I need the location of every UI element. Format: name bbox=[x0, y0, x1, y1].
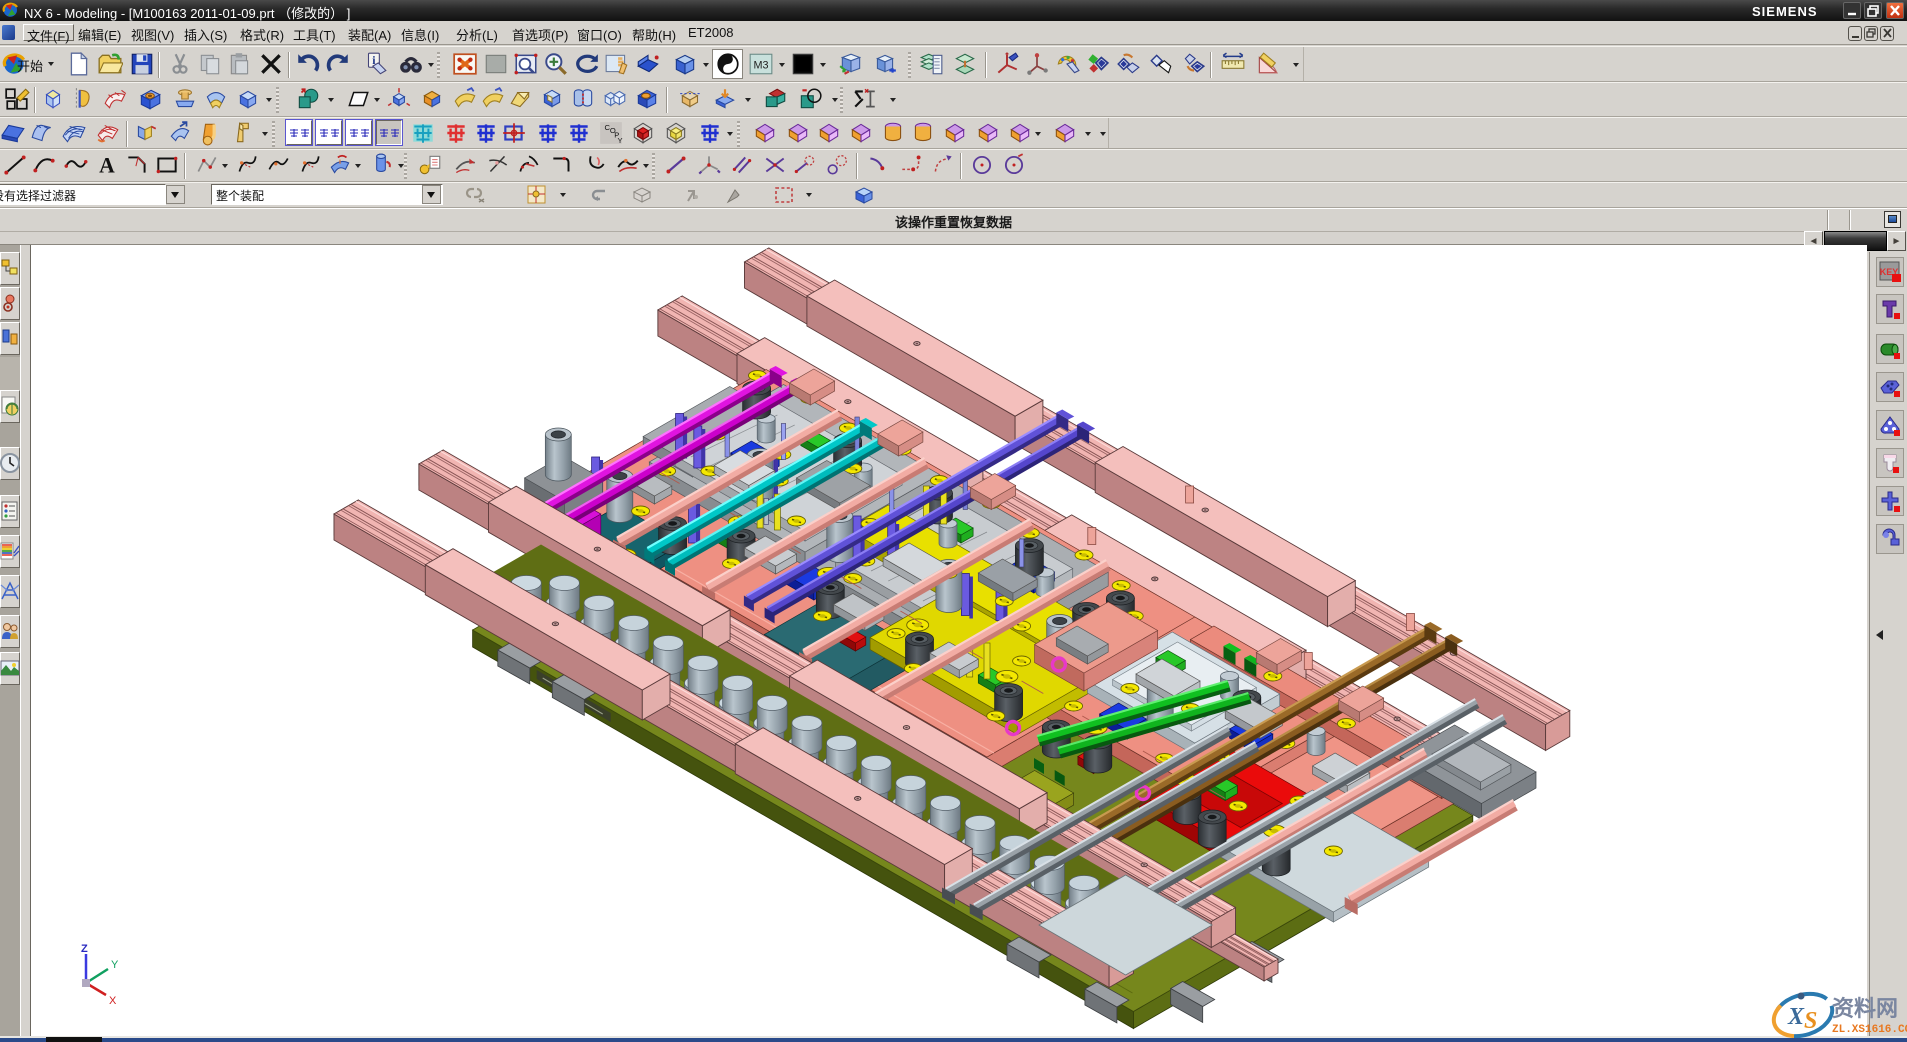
svg-text:M3: M3 bbox=[753, 59, 768, 71]
svg-text:Y: Y bbox=[618, 136, 623, 145]
svg-text:A: A bbox=[99, 154, 115, 178]
